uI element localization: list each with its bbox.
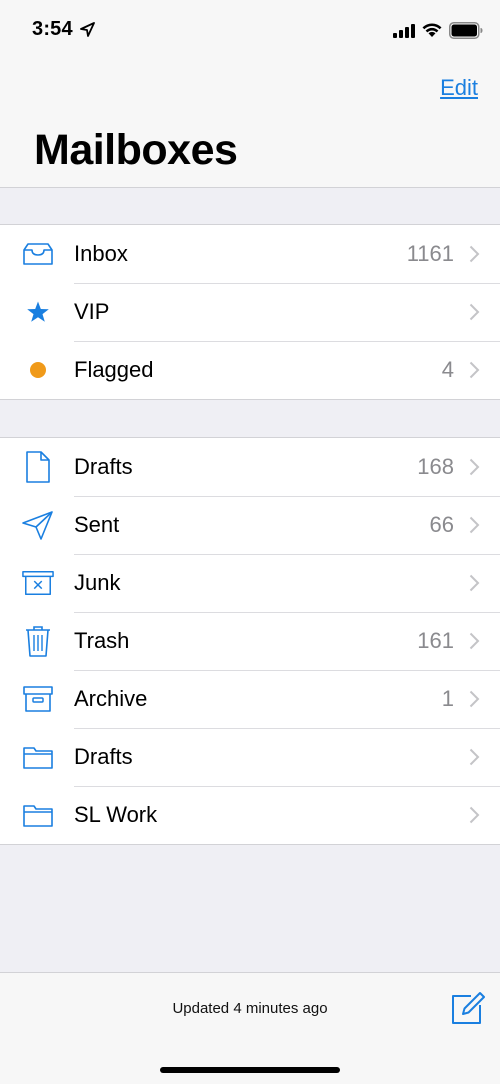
chevron-right-icon xyxy=(469,303,480,321)
mailbox-row-sent[interactable]: Sent 66 xyxy=(0,496,500,554)
star-icon xyxy=(22,297,54,327)
inbox-tray-icon xyxy=(22,239,54,269)
wifi-icon xyxy=(422,23,442,37)
chevron-right-icon xyxy=(469,574,480,592)
status-time: 3:54 xyxy=(32,18,73,40)
compose-icon[interactable] xyxy=(451,991,485,1025)
home-indicator xyxy=(160,1067,340,1073)
folder-icon xyxy=(22,742,54,772)
mailbox-label: Flagged xyxy=(74,357,154,382)
mailbox-row-junk[interactable]: Junk xyxy=(0,554,500,612)
chevron-right-icon xyxy=(469,748,480,766)
mailbox-label: VIP xyxy=(74,299,110,324)
mailbox-row-drafts[interactable]: Drafts 168 xyxy=(0,438,500,496)
navigation-header: 3:54 Edit Mailboxes xyxy=(0,0,500,188)
mailbox-label: Archive xyxy=(74,686,148,711)
mailbox-row-vip[interactable]: VIP xyxy=(0,283,500,341)
chevron-right-icon xyxy=(469,516,480,534)
mailbox-label: Trash xyxy=(74,628,130,653)
mailbox-row-inbox[interactable]: Inbox 1161 xyxy=(0,225,500,283)
unread-count: 4 xyxy=(441,357,454,382)
unread-count: 1161 xyxy=(406,241,454,266)
chevron-right-icon xyxy=(469,690,480,708)
mailbox-label: Inbox xyxy=(74,241,128,266)
mailbox-label: Drafts xyxy=(74,744,133,769)
cellular-signal-icon xyxy=(393,24,415,38)
chevron-right-icon xyxy=(469,632,480,650)
mailbox-row-sl-work[interactable]: SL Work xyxy=(0,786,500,844)
account-mailboxes-group: Drafts 168 Sent 66 Junk Trash 161 Archiv… xyxy=(0,437,500,845)
mailbox-row-flagged[interactable]: Flagged 4 xyxy=(0,341,500,399)
mailbox-label: Sent xyxy=(74,512,120,537)
folder-icon xyxy=(22,800,54,830)
mailbox-row-archive[interactable]: Archive 1 xyxy=(0,670,500,728)
chevron-right-icon xyxy=(469,245,480,263)
battery-icon xyxy=(449,22,483,39)
location-arrow-icon xyxy=(80,22,95,37)
mailbox-label: Junk xyxy=(74,570,121,595)
bottom-toolbar: Updated 4 minutes ago xyxy=(0,972,500,1084)
mailbox-row-drafts-folder[interactable]: Drafts xyxy=(0,728,500,786)
mailbox-row-trash[interactable]: Trash 161 xyxy=(0,612,500,670)
unread-count: 161 xyxy=(417,628,454,653)
update-status-text: Updated 4 minutes ago xyxy=(172,1000,328,1017)
archive-box-icon xyxy=(22,684,54,714)
chevron-right-icon xyxy=(469,361,480,379)
chevron-right-icon xyxy=(469,458,480,476)
unread-count: 66 xyxy=(429,512,454,537)
document-icon xyxy=(22,451,54,483)
flag-dot-icon xyxy=(22,355,54,385)
unread-count: 168 xyxy=(417,454,454,479)
mailbox-label: SL Work xyxy=(74,802,158,827)
trash-icon xyxy=(22,626,54,657)
page-title: Mailboxes xyxy=(34,126,238,174)
mailbox-label: Drafts xyxy=(74,454,133,479)
edit-button[interactable]: Edit xyxy=(440,75,478,101)
chevron-right-icon xyxy=(469,806,480,824)
smart-mailboxes-group: Inbox 1161 VIP Flagged 4 xyxy=(0,224,500,400)
unread-count: 1 xyxy=(441,686,454,711)
paper-plane-icon xyxy=(22,510,54,540)
junk-bin-icon xyxy=(22,568,54,598)
